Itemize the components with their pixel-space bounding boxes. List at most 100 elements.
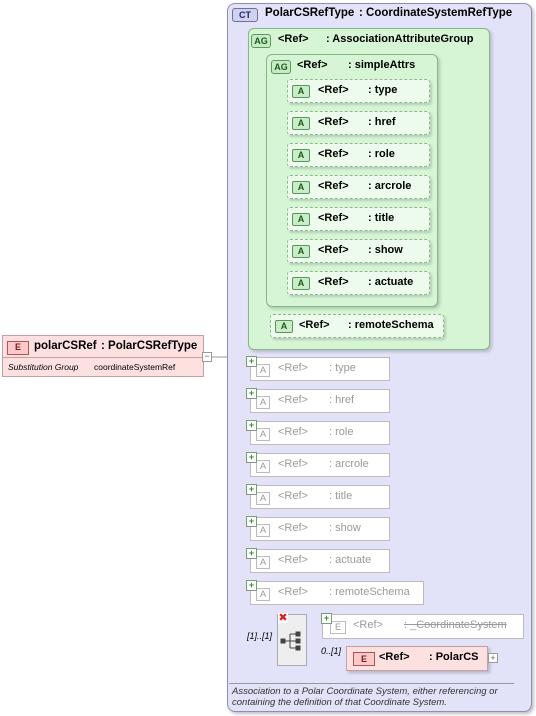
inherited-attribute-remote-schema[interactable]: A <Ref> : remoteSchema xyxy=(250,581,424,605)
root-element-name: polarCSRef xyxy=(34,340,97,352)
substitution-group-label: Substitution Group xyxy=(8,362,79,372)
attribute-remote-schema[interactable]: A <Ref> : remoteSchema xyxy=(270,314,444,338)
attribute-ref: <Ref> xyxy=(278,522,308,534)
attribute-ref: <Ref> xyxy=(278,458,308,470)
attribute-ref: <Ref> xyxy=(278,490,308,502)
inherited-attribute-arcrole[interactable]: A <Ref> : arcrole xyxy=(250,453,390,477)
attribute-ref: <Ref> xyxy=(318,148,349,160)
simple-attrs-badge: AG xyxy=(271,60,291,74)
expand-plus-icon[interactable]: + xyxy=(246,548,257,559)
attribute-name: : remoteSchema xyxy=(348,319,434,331)
divider xyxy=(3,357,203,358)
attribute-ref: <Ref> xyxy=(278,554,308,566)
attribute-name: : href xyxy=(368,116,396,128)
attribute-type[interactable]: A <Ref> : type xyxy=(287,79,430,103)
expand-plus-icon[interactable]: + xyxy=(321,613,332,624)
attribute-name: : title xyxy=(368,212,395,224)
complex-type-description: Association to a Polar Coordinate System… xyxy=(232,686,498,708)
attribute-badge: A xyxy=(292,149,310,162)
attribute-ref: <Ref> xyxy=(318,212,349,224)
attribute-arcrole[interactable]: A <Ref> : arcrole xyxy=(287,175,430,199)
simple-attrs-name: : simpleAttrs xyxy=(348,59,416,71)
attribute-actuate[interactable]: A <Ref> : actuate xyxy=(287,271,430,295)
attribute-badge: A xyxy=(275,320,293,333)
root-element-type: : PolarCSRefType xyxy=(101,340,198,352)
attribute-badge: A xyxy=(256,588,270,601)
inherited-attribute-type[interactable]: A <Ref> : type xyxy=(250,357,390,381)
attribute-name: : href xyxy=(329,394,355,406)
attribute-badge: A xyxy=(256,556,270,569)
expand-plus-icon[interactable]: + xyxy=(246,484,257,495)
attribute-ref: <Ref> xyxy=(278,394,308,406)
substitution-group-value: coordinateSystemRef xyxy=(94,362,176,372)
attribute-name: : role xyxy=(368,148,395,160)
attribute-badge: A xyxy=(256,396,270,409)
element-badge: E xyxy=(353,652,375,666)
attribute-badge: A xyxy=(292,85,310,98)
root-element-box[interactable]: E polarCSRef : PolarCSRefType Substituti… xyxy=(2,335,204,377)
element-badge: E xyxy=(7,341,29,355)
attribute-badge: A xyxy=(292,277,310,290)
expand-plus-icon[interactable]: + xyxy=(246,420,257,431)
element-badge: E xyxy=(330,621,346,634)
attribute-badge: A xyxy=(256,460,270,473)
attribute-group-ref: <Ref> xyxy=(278,33,309,45)
element-name: : PolarCS xyxy=(429,651,479,663)
attribute-name: : show xyxy=(368,244,403,256)
remove-x-icon[interactable]: ✖ xyxy=(278,613,288,624)
attribute-badge: A xyxy=(292,181,310,194)
attribute-name: : actuate xyxy=(368,276,414,288)
attribute-name: : arcrole xyxy=(368,180,412,192)
choice-multiplicity: [1]..[1] xyxy=(247,631,273,641)
inherited-attribute-href[interactable]: A <Ref> : href xyxy=(250,389,390,413)
expand-toggle[interactable]: + xyxy=(488,653,498,663)
attribute-ref: <Ref> xyxy=(278,362,308,374)
abstract-coordinate-system-element[interactable]: E <Ref> : _CoordinateSystem xyxy=(322,614,524,639)
attribute-ref: <Ref> xyxy=(318,116,349,128)
polar-cs-multiplicity: 0..[1] xyxy=(321,646,342,656)
inherited-attribute-actuate[interactable]: A <Ref> : actuate xyxy=(250,549,390,573)
attribute-ref: <Ref> xyxy=(318,276,349,288)
attribute-href[interactable]: A <Ref> : href xyxy=(287,111,430,135)
attribute-badge: A xyxy=(292,245,310,258)
attribute-ref: <Ref> xyxy=(278,586,308,598)
attribute-ref: <Ref> xyxy=(318,84,349,96)
attribute-name: : role xyxy=(329,426,354,438)
expand-plus-icon[interactable]: + xyxy=(246,580,257,591)
attribute-group-name: : AssociationAttributeGroup xyxy=(326,33,474,45)
attribute-name: : title xyxy=(329,490,353,502)
attribute-ref: <Ref> xyxy=(278,426,308,438)
attribute-ref: <Ref> xyxy=(299,319,330,331)
element-name: : _CoordinateSystem xyxy=(404,619,507,631)
inherited-attribute-role[interactable]: A <Ref> : role xyxy=(250,421,390,445)
description-divider xyxy=(229,683,514,684)
attribute-ref: <Ref> xyxy=(318,244,349,256)
expand-plus-icon[interactable]: + xyxy=(246,452,257,463)
attribute-title[interactable]: A <Ref> : title xyxy=(287,207,430,231)
attribute-name: : actuate xyxy=(329,554,372,566)
complex-type-badge: CT xyxy=(232,8,258,22)
element-ref: <Ref> xyxy=(353,619,383,631)
polar-cs-element[interactable]: E <Ref> : PolarCS xyxy=(346,646,488,671)
attribute-badge: A xyxy=(292,213,310,226)
attribute-badge: A xyxy=(256,364,270,377)
attribute-ref: <Ref> xyxy=(318,180,349,192)
attribute-name: : arcrole xyxy=(329,458,369,470)
attribute-name: : type xyxy=(329,362,356,374)
attribute-badge: A xyxy=(256,524,270,537)
attribute-badge: A xyxy=(256,428,270,441)
attribute-name: : remoteSchema xyxy=(329,586,410,598)
attribute-badge: A xyxy=(292,117,310,130)
attribute-badge: A xyxy=(256,492,270,505)
element-ref: <Ref> xyxy=(379,651,410,663)
attribute-role[interactable]: A <Ref> : role xyxy=(287,143,430,167)
attribute-group-badge: AG xyxy=(251,34,271,48)
collapse-toggle[interactable]: − xyxy=(202,352,212,362)
expand-plus-icon[interactable]: + xyxy=(246,516,257,527)
expand-plus-icon[interactable]: + xyxy=(246,356,257,367)
inherited-attribute-title[interactable]: A <Ref> : title xyxy=(250,485,390,509)
attribute-show[interactable]: A <Ref> : show xyxy=(287,239,430,263)
expand-plus-icon[interactable]: + xyxy=(246,388,257,399)
attribute-name: : show xyxy=(329,522,361,534)
inherited-attribute-show[interactable]: A <Ref> : show xyxy=(250,517,390,541)
